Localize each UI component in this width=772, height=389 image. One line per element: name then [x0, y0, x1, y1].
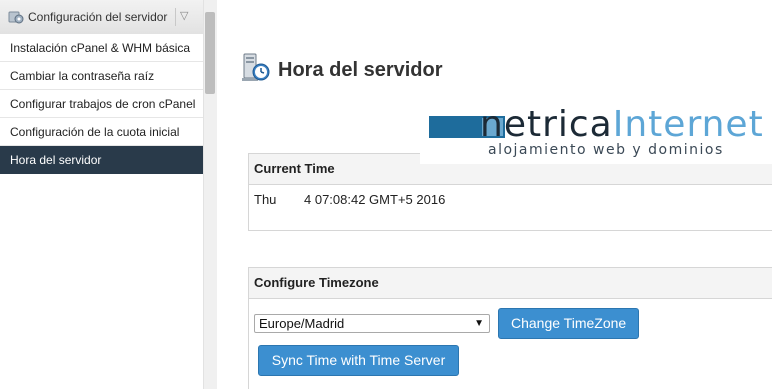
sidebar-header[interactable]: Configuración del servidor ▽	[0, 0, 203, 35]
logo-brand: netricaInternet	[480, 104, 764, 145]
sidebar-item-initial-quota[interactable]: Configuración de la cuota inicial	[0, 118, 203, 146]
sidebar-item-cron-jobs[interactable]: Configurar trabajos de cron cPanel	[0, 90, 203, 118]
current-time-value: Thu 4 07:08:42 GMT+5 2016	[254, 192, 445, 207]
header-divider	[175, 8, 176, 26]
dropdown-arrow-icon: ▼	[474, 318, 484, 329]
sidebar-menu: Instalación cPanel & WHM básica Cambiar …	[0, 34, 203, 174]
logo-brand-part2: Internet	[612, 104, 764, 145]
timezone-select[interactable]: Europe/Madrid ▼	[254, 314, 490, 333]
sidebar: Configuración del servidor ▽ Instalación…	[0, 0, 203, 389]
gear-icon	[8, 9, 24, 25]
current-time-day: Thu	[254, 192, 277, 207]
collapse-toggle-icon[interactable]: ▽	[180, 9, 188, 22]
sidebar-scrollbar-thumb[interactable]	[205, 12, 215, 94]
logo-brand-part1: netrica	[480, 104, 613, 145]
current-time-panel: Current Time Thu 4 07:08:42 GMT+5 2016	[248, 153, 772, 231]
sidebar-header-title: Configuración del servidor	[28, 10, 168, 24]
change-timezone-button[interactable]: Change TimeZone	[498, 308, 639, 339]
sidebar-item-change-root-password[interactable]: Cambiar la contraseña raíz	[0, 62, 203, 90]
sync-time-button[interactable]: Sync Time with Time Server	[258, 345, 459, 376]
page-title: Hora del servidor	[278, 59, 443, 81]
page-header: Hora del servidor	[240, 52, 443, 89]
logo-tagline: alojamiento web y dominios	[488, 142, 724, 158]
timezone-selected-value: Europe/Madrid	[259, 316, 345, 331]
sidebar-item-server-time[interactable]: Hora del servidor	[0, 146, 203, 174]
current-time-datetime: 4 07:08:42 GMT+5 2016	[304, 192, 446, 207]
server-clock-icon	[240, 52, 272, 89]
netrica-logo-watermark: netricaInternet alojamiento web y domini…	[420, 104, 772, 164]
timezone-panel: Configure Timezone Europe/Madrid ▼ Chang…	[248, 267, 772, 389]
timezone-heading: Configure Timezone	[249, 268, 772, 299]
sidebar-item-basic-setup[interactable]: Instalación cPanel & WHM básica	[0, 34, 203, 62]
